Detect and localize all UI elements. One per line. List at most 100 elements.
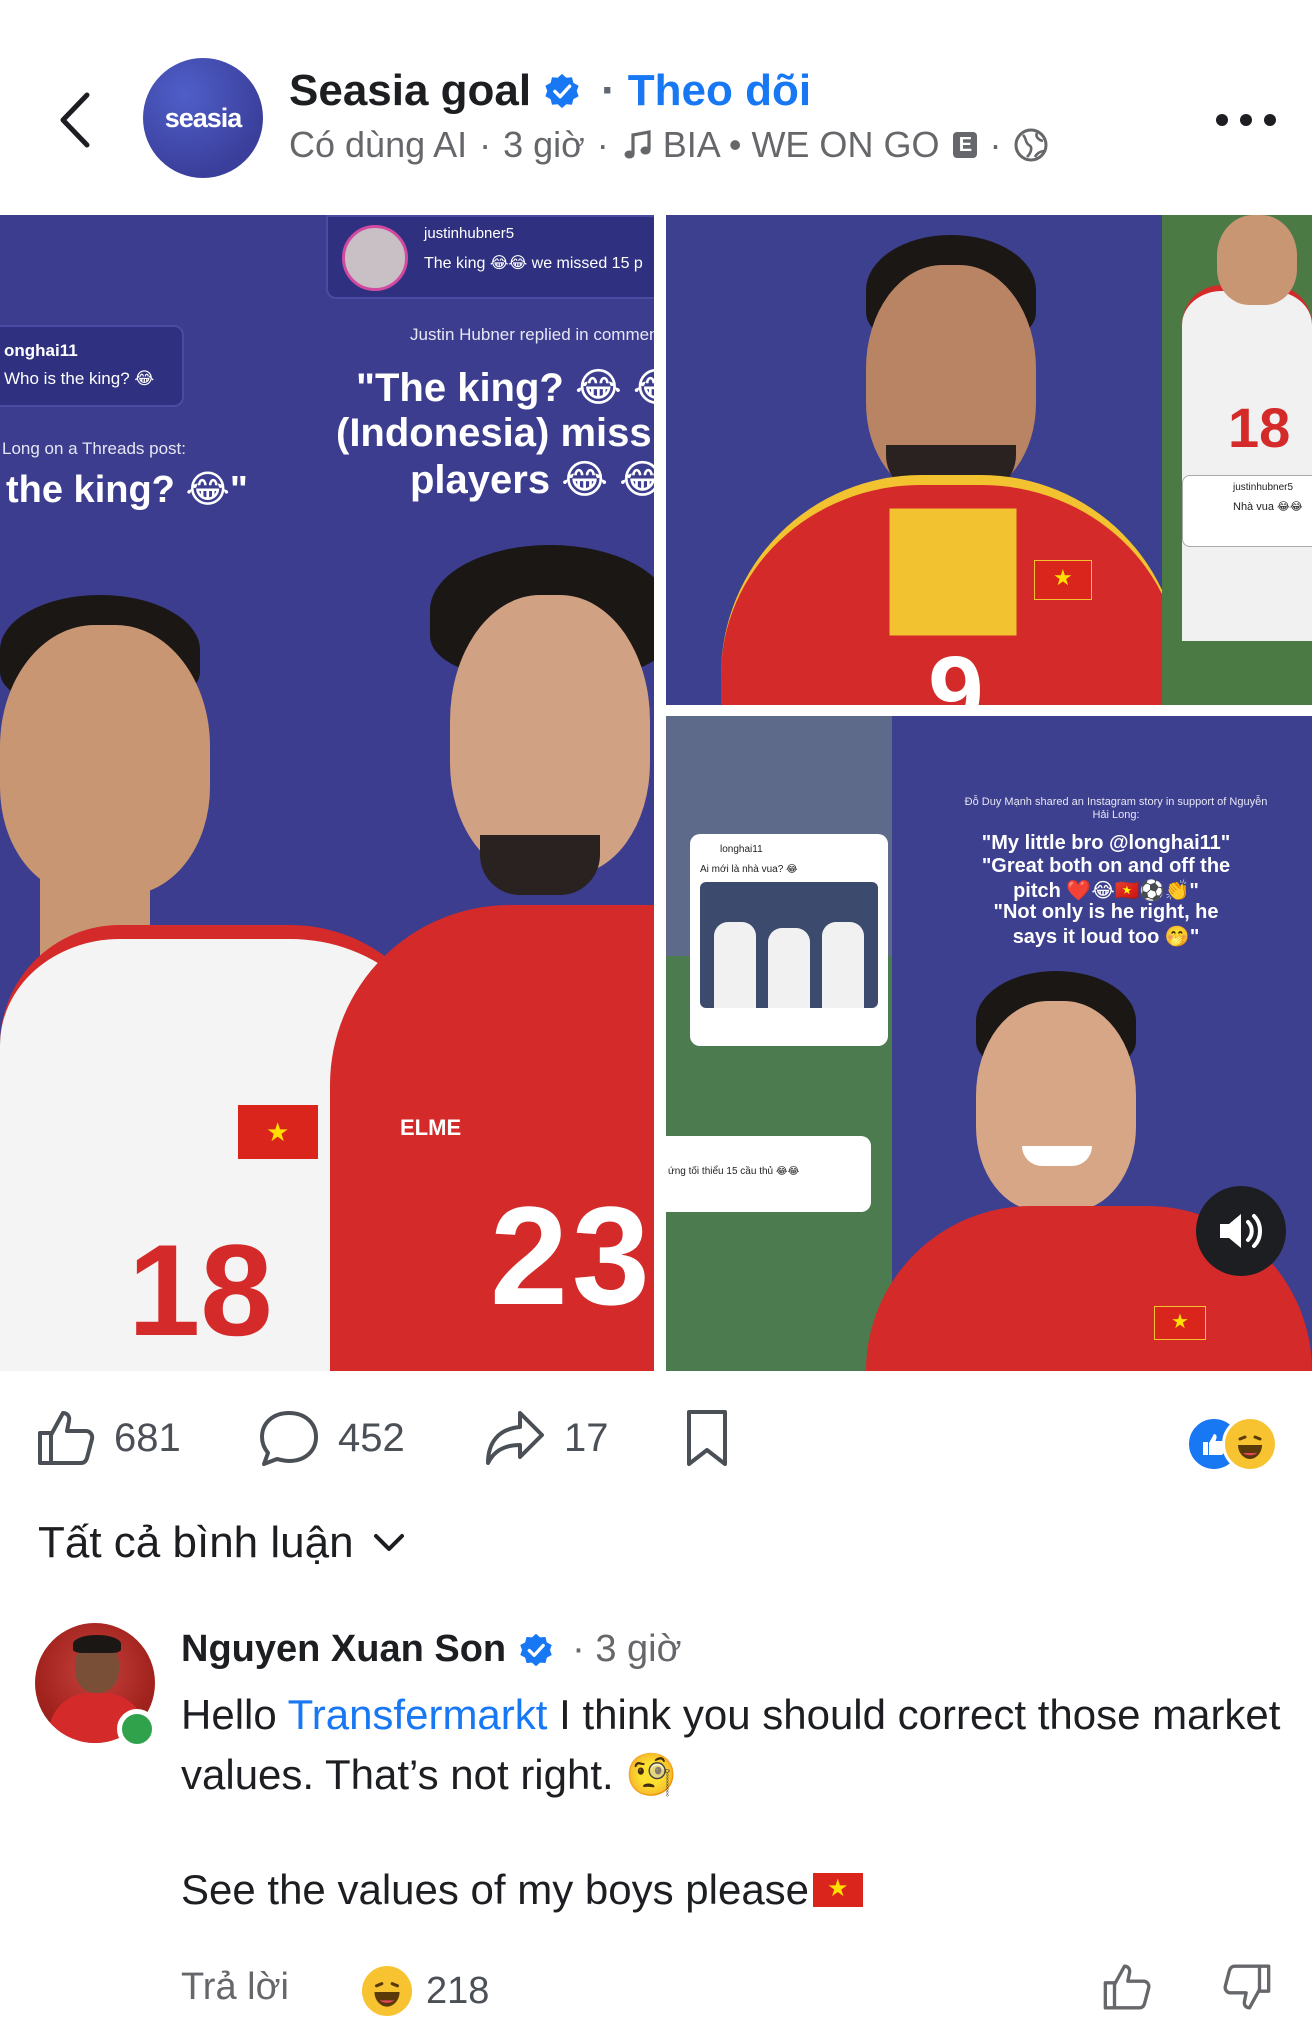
- thumbs-up-icon: [1103, 1964, 1151, 2010]
- instagram-username: justinhubner5: [1233, 482, 1294, 493]
- post-image-1[interactable]: onghai11 Who is the king? 😂 Long on a Th…: [0, 215, 654, 1371]
- quote-line-1: "The king? 😂 😂: [356, 366, 654, 410]
- globe-icon: [1014, 128, 1048, 162]
- threads-photo: [700, 882, 878, 1008]
- page-avatar[interactable]: seasia: [143, 58, 263, 178]
- threads-post-card: longhai11 Ai mới là nhà vua? 😂: [690, 834, 888, 1046]
- share-button[interactable]: 17: [484, 1408, 609, 1468]
- jersey-number: 18: [1228, 396, 1291, 459]
- ai-label: Có dùng AI: [289, 124, 468, 165]
- quote-line-5: says it loud too 🤭": [1012, 926, 1200, 948]
- player-jersey: [1182, 285, 1312, 641]
- story-caption: Đỗ Duy Mạnh shared an Instagram story in…: [964, 796, 1268, 821]
- instagram-comment-text: The king 😂😂 we missed 15 p: [424, 255, 643, 272]
- thumbs-down-icon: [1223, 1964, 1271, 2010]
- thumbs-up-icon: [38, 1411, 95, 1465]
- more-horizontal-icon: [1216, 114, 1228, 126]
- back-button[interactable]: [44, 82, 104, 158]
- volume-icon: [1220, 1214, 1262, 1248]
- threads-username: longhai11: [720, 844, 763, 855]
- reply-label: Trả lời: [181, 1966, 289, 2008]
- quote-line-1: "My little bro @longhai11": [981, 832, 1231, 854]
- comment-count: 452: [338, 1415, 405, 1460]
- like-button[interactable]: 681: [36, 1408, 181, 1468]
- separator-dot: ·: [601, 66, 616, 115]
- haha-reaction-icon: [1222, 1416, 1278, 1472]
- quote-line-3: pitch ❤️😂🇻🇳⚽👏": [1013, 880, 1199, 902]
- avatar-logo-text: seasia: [164, 102, 243, 133]
- quote-line-2: "Great both on and off the: [981, 855, 1231, 877]
- more-options-button[interactable]: [1216, 100, 1276, 140]
- player-face: [450, 595, 650, 875]
- player-figure: [822, 922, 864, 1008]
- comment-text: Hello Transfermarkt I think you should c…: [181, 1685, 1281, 1805]
- share-count: 17: [564, 1415, 609, 1460]
- mention-link[interactable]: Transfermarkt: [288, 1691, 548, 1738]
- post-header-title: Seasia goal · Theo dõi: [289, 66, 811, 116]
- upvote-button[interactable]: [1102, 1962, 1156, 2018]
- commenter-avatar: [342, 225, 408, 291]
- more-dot: [1240, 114, 1252, 126]
- more-dot: [1264, 114, 1276, 126]
- avatar-hair: [73, 1635, 121, 1653]
- comment-card: onghai11 Who is the king? 😂: [0, 325, 184, 407]
- music-track-label[interactable]: BIA • WE ON GO: [663, 124, 940, 166]
- comment-header: Nguyen Xuan Son · 3 giờ: [181, 1628, 682, 1671]
- jersey-number: 18: [128, 1217, 273, 1363]
- bookmark-icon: [687, 1410, 727, 1466]
- vietnam-flag-emoji: ★: [813, 1873, 864, 1907]
- separator-dot: ·: [479, 124, 492, 165]
- jersey-number: 9: [928, 636, 984, 705]
- downvote-button[interactable]: [1222, 1962, 1276, 2018]
- player-beard: [480, 835, 600, 895]
- share-icon: [486, 1411, 544, 1465]
- player-smile: [1022, 1146, 1092, 1166]
- comment-filter-dropdown[interactable]: Tất cả bình luận: [38, 1518, 406, 1568]
- sound-toggle-button[interactable]: [1196, 1186, 1286, 1276]
- threads-text: Ai mới là nhà vua? 😂: [700, 864, 798, 875]
- post-image-3[interactable]: longhai11 Ai mới là nhà vua? 😂 ứng tối t…: [666, 716, 1312, 1371]
- player-figure: [768, 928, 810, 1008]
- reply-button[interactable]: Trả lời: [181, 1966, 289, 2009]
- online-status-dot: [117, 1709, 157, 1749]
- like-count: 681: [114, 1415, 181, 1460]
- comment-username: onghai11: [4, 341, 78, 360]
- post-image-2[interactable]: ★ 9 18 justinhubner5 Nhà vua 😂😂: [666, 215, 1312, 705]
- comment-text-line2: See the values of my boys please ★: [181, 1866, 864, 1914]
- comment-text: Who is the king? 😂: [4, 369, 155, 388]
- instagram-username: justinhubner5: [424, 225, 515, 242]
- comment-icon: [260, 1411, 318, 1466]
- player-face: [1217, 215, 1297, 305]
- comment-time: · 3 giờ: [572, 1628, 682, 1670]
- separator-dot: ·: [989, 124, 1002, 165]
- post-time: 3 giờ: [503, 124, 585, 165]
- save-button[interactable]: [684, 1408, 748, 1468]
- player-figure: [714, 922, 756, 1008]
- comment-reactions[interactable]: 218: [362, 1966, 489, 2016]
- jersey-number: 23: [490, 1177, 654, 1334]
- threads-comment-text: ứng tối thiểu 15 cầu thủ 😂😂: [668, 1166, 800, 1177]
- instagram-comment-card: justinhubner5 Nhà vua 😂😂: [1182, 475, 1312, 547]
- comment-filter-label: Tất cả bình luận: [38, 1518, 354, 1567]
- sponsor-logo: ELME: [400, 1115, 462, 1140]
- page-name[interactable]: Seasia goal: [289, 66, 531, 116]
- instagram-comment-text: Nhà vua 😂😂: [1233, 501, 1303, 513]
- comment-button[interactable]: 452: [258, 1408, 405, 1468]
- comment-text-start: Hello: [181, 1691, 288, 1738]
- comment-author[interactable]: Nguyen Xuan Son: [181, 1628, 506, 1671]
- verified-badge-icon: [520, 1633, 552, 1666]
- verified-badge-icon: [545, 73, 579, 109]
- quote-line-2: (Indonesia) miss: [336, 411, 652, 455]
- vietnam-flag: ★: [1034, 560, 1092, 600]
- comment-text-second: See the values of my boys please: [181, 1866, 810, 1913]
- side-photo: 18 justinhubner5 Nhà vua 😂😂: [1162, 215, 1312, 705]
- separator-dot: ·: [596, 124, 609, 165]
- follow-button[interactable]: Theo dõi: [628, 66, 811, 116]
- threads-collage: longhai11 Ai mới là nhà vua? 😂 ứng tối t…: [666, 716, 892, 1371]
- explicit-badge: E: [953, 132, 978, 158]
- quote-line-4: "Not only is he right, he: [993, 901, 1219, 923]
- threads-caption: Long on a Threads post:: [2, 439, 186, 458]
- threads-comment-card: ứng tối thiểu 15 cầu thủ 😂😂: [666, 1136, 871, 1212]
- reaction-summary[interactable]: [1186, 1416, 1286, 1472]
- insta-caption: Justin Hubner replied in comments sectio…: [410, 325, 654, 344]
